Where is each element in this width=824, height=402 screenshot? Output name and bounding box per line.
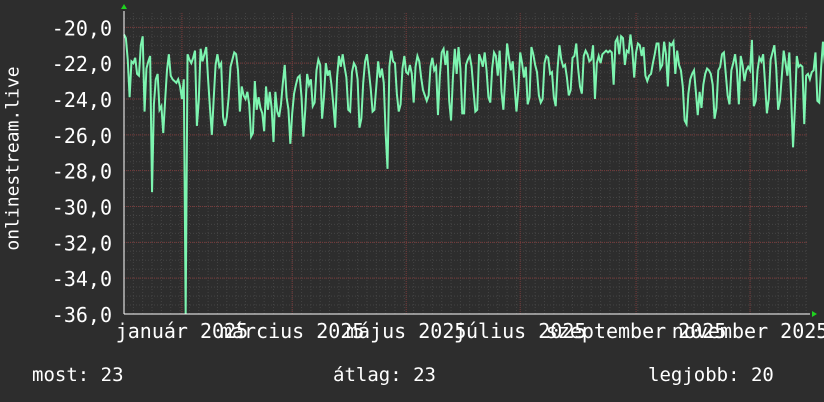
stat-average-value: 23 <box>413 364 436 386</box>
stat-current-value: 23 <box>100 364 124 386</box>
stat-average: átlag: 23 <box>333 364 436 386</box>
x-axis-arrow-icon <box>812 311 817 317</box>
stat-current-label: most: <box>32 364 90 386</box>
x-tick-label: március 2025 <box>220 319 365 343</box>
y-axis-label-text: onlinestream.live <box>2 65 24 251</box>
y-tick-label: -30,0 <box>52 196 112 220</box>
y-tick-label: -36,0 <box>52 303 112 327</box>
stat-max-value: 20 <box>750 364 774 386</box>
chart: -20,0 -22,0 -24,0 -26,0 -28,0 -30,0 -32,0 -34,0… <box>52 4 824 343</box>
y-tick-label: -32,0 <box>52 231 112 255</box>
grid <box>123 13 808 315</box>
y-axis-label: onlinestream.live <box>2 8 24 308</box>
y-axis-ticks: -20,0 -22,0 -24,0 -26,0 -28,0 -30,0 -32,0 -34,0… <box>52 16 112 327</box>
stat-max-label: legjobb: <box>648 364 740 386</box>
x-axis-ticks: január 2025március 2025május 2025július … <box>116 319 824 343</box>
y-tick-label: -26,0 <box>52 124 112 148</box>
stat-current: most: 23 <box>32 364 124 386</box>
y-tick-label: -34,0 <box>52 267 112 291</box>
x-tick-label: május 2025 <box>346 319 466 343</box>
y-tick-label: -24,0 <box>52 88 112 112</box>
y-tick-label: -28,0 <box>52 160 112 184</box>
y-axis-arrow-icon <box>121 4 127 9</box>
y-tick-label: -22,0 <box>52 52 112 76</box>
y-tick-label: -20,0 <box>52 16 112 40</box>
stat-average-label: átlag: <box>333 364 402 386</box>
stat-max: legjobb: 20 <box>648 364 774 386</box>
x-tick-label: november 2025 <box>672 319 824 343</box>
